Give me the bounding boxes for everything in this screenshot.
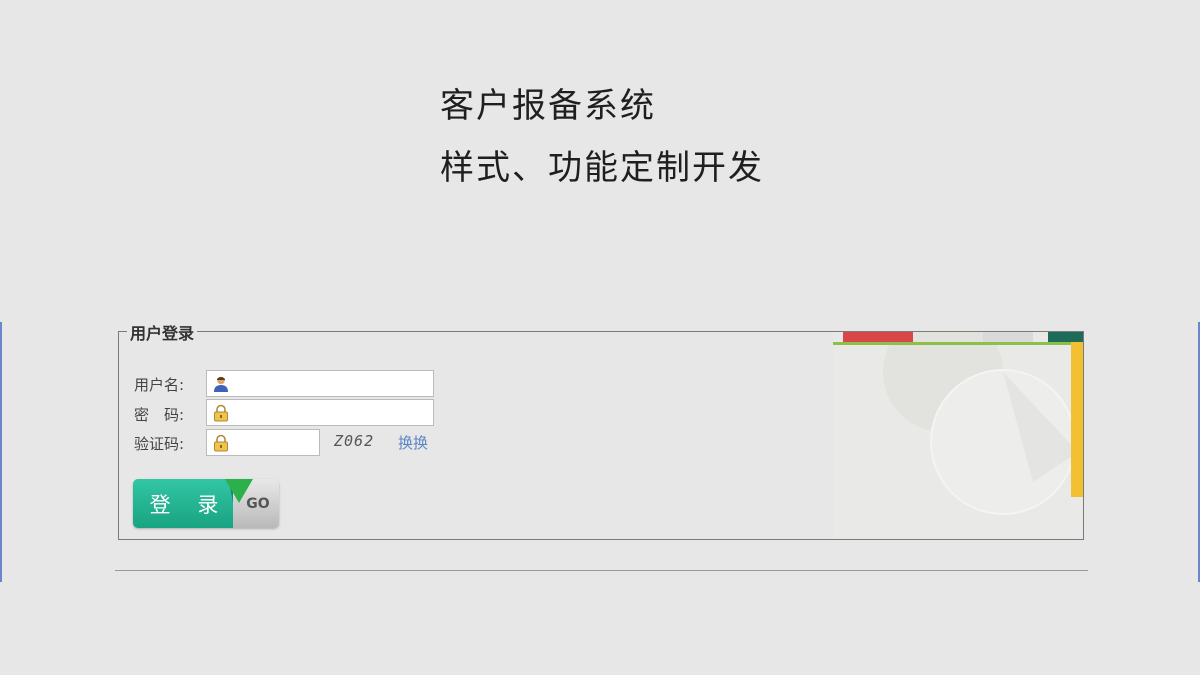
footer-faint-text <box>375 575 845 582</box>
password-input[interactable] <box>230 400 433 425</box>
captcha-image[interactable]: Z062 <box>334 432 374 450</box>
page-title: 客户报备系统 <box>440 86 656 126</box>
arrow-down-icon <box>225 479 253 503</box>
login-button-label: 登 录 <box>133 479 237 528</box>
lock-icon <box>214 434 228 451</box>
footer-divider <box>115 570 1088 571</box>
password-label: 密 码: <box>134 406 185 424</box>
login-button[interactable]: 登 录 GO <box>133 479 279 528</box>
banner-decoration <box>833 332 1083 539</box>
username-field[interactable] <box>206 370 434 397</box>
login-legend: 用户登录 <box>127 320 198 344</box>
username-label: 用户名: <box>134 376 185 394</box>
captcha-input[interactable] <box>230 430 319 455</box>
left-edge-line <box>0 322 2 582</box>
password-field[interactable] <box>206 399 434 426</box>
captcha-field[interactable] <box>206 429 320 456</box>
user-icon <box>214 376 228 392</box>
refresh-captcha-link[interactable]: 换换 <box>398 432 428 453</box>
page-subtitle: 样式、功能定制开发 <box>440 148 764 188</box>
lock-icon <box>214 404 228 421</box>
username-input[interactable] <box>230 371 433 396</box>
captcha-label: 验证码: <box>134 435 185 453</box>
